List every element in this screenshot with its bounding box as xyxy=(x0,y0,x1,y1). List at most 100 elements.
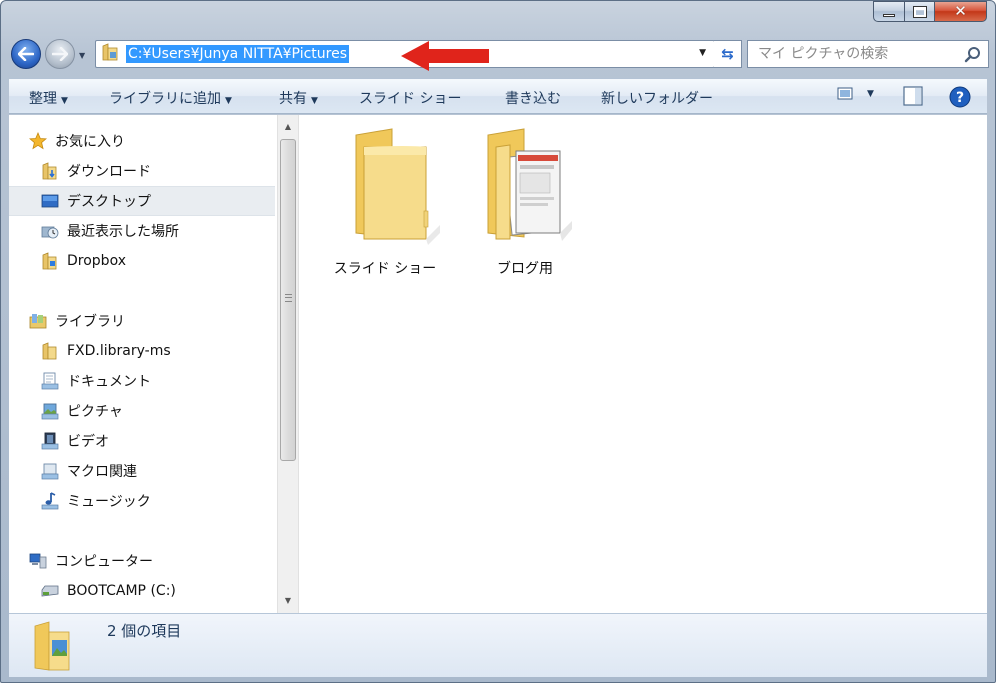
recent-pages-dropdown-icon[interactable]: ▼ xyxy=(79,51,85,60)
add-to-library-menu[interactable]: ライブラリに追加 ▼ xyxy=(109,88,232,108)
burn-label: 書き込む xyxy=(505,91,561,107)
annotation-arrow xyxy=(401,41,489,71)
close-button[interactable]: ✕ xyxy=(935,1,987,22)
nav-favorites[interactable]: お気に入り xyxy=(29,126,277,156)
scroll-down-icon[interactable]: ▼ xyxy=(278,591,298,611)
nav-computer-label: コンピューター xyxy=(55,554,153,570)
search-icon xyxy=(964,47,980,63)
documents-library-icon xyxy=(41,372,59,390)
nav-item-music[interactable]: ミュージック xyxy=(41,486,277,516)
nav-item-label: デスクトップ xyxy=(67,194,151,210)
refresh-icon: ⇆ xyxy=(721,45,734,63)
file-item-slideshow-folder[interactable]: スライド ショー xyxy=(320,125,450,277)
share-label: 共有 xyxy=(279,91,307,107)
share-menu[interactable]: 共有 ▼ xyxy=(279,88,318,108)
folder-preview-icon xyxy=(34,621,70,671)
search-box[interactable] xyxy=(747,40,989,68)
slideshow-label: スライド ショー xyxy=(359,91,462,107)
nav-computer[interactable]: コンピューター xyxy=(29,546,277,576)
explorer-window: ✕ ▼ C:¥Users¥Junya NITTA¥Pictures ▼ ⇆ マイ… xyxy=(0,0,996,683)
recent-places-icon xyxy=(41,222,59,240)
refresh-button[interactable]: ⇆ xyxy=(714,40,742,68)
address-dropdown-icon[interactable]: ▼ xyxy=(699,48,706,58)
chevron-down-icon: ▼ xyxy=(867,89,874,99)
nav-item-macros[interactable]: マクロ関連 xyxy=(41,456,277,486)
nav-favorites-label: お気に入り xyxy=(55,134,125,150)
back-button[interactable] xyxy=(11,39,41,69)
forward-arrow-icon xyxy=(52,47,68,61)
nav-item-label: ダウンロード xyxy=(67,164,151,180)
videos-library-icon xyxy=(41,432,59,450)
nav-item-dropbox[interactable]: Dropbox xyxy=(41,246,277,276)
nav-item-label: BOOTCAMP (C:) xyxy=(67,583,176,599)
item-count: 2 個の項目 xyxy=(107,622,182,640)
nav-item-label: ドキュメント xyxy=(67,374,151,390)
preview-pane-icon xyxy=(903,86,923,106)
folder-with-images-icon xyxy=(487,128,572,241)
nav-item-downloads[interactable]: ダウンロード xyxy=(41,156,277,186)
nav-pane-scrollbar[interactable]: ▲ ▼ xyxy=(277,115,299,613)
file-name: ブログ用 xyxy=(497,261,553,277)
chevron-down-icon: ▼ xyxy=(61,96,68,106)
music-library-icon xyxy=(41,492,59,510)
navigation-bar: ▼ C:¥Users¥Junya NITTA¥Pictures ▼ ⇆ xyxy=(9,35,989,73)
content-area: お気に入り ダウンロード デスクトップ 最近表示した場所 Dropbox ライブ… xyxy=(9,115,987,613)
nav-item-label: ピクチャ xyxy=(67,404,123,420)
nav-item-bootcamp-drive[interactable]: BOOTCAMP (C:) xyxy=(41,576,277,606)
slideshow-button[interactable]: スライド ショー xyxy=(359,88,461,108)
scroll-up-icon[interactable]: ▲ xyxy=(278,117,298,137)
address-path[interactable]: C:¥Users¥Junya NITTA¥Pictures xyxy=(126,45,349,63)
libraries-icon xyxy=(29,312,47,330)
desktop-icon xyxy=(41,192,59,210)
nav-item-desktop[interactable]: デスクトップ xyxy=(9,186,275,216)
chevron-down-icon: ▼ xyxy=(311,96,318,106)
help-icon: ? xyxy=(949,86,971,108)
navigation-pane: お気に入り ダウンロード デスクトップ 最近表示した場所 Dropbox ライブ… xyxy=(9,115,277,613)
maximize-button[interactable] xyxy=(905,1,935,22)
new-folder-button[interactable]: 新しいフォルダー xyxy=(601,88,713,108)
dropbox-folder-icon xyxy=(41,252,59,270)
command-toolbar: 整理 ▼ ライブラリに追加 ▼ 共有 ▼ スライド ショー 書き込む 新しいフォルダー… xyxy=(9,78,987,114)
pictures-library-icon xyxy=(41,402,59,420)
star-icon xyxy=(29,132,47,150)
computer-icon xyxy=(29,552,47,570)
view-options-button[interactable]: ▼ xyxy=(837,86,874,102)
nav-item-videos[interactable]: ビデオ xyxy=(41,426,277,456)
details-pane: 2 個の項目 xyxy=(9,613,987,677)
folder-icon xyxy=(41,342,59,360)
minimize-icon xyxy=(883,13,895,17)
file-list-pane: スライド ショー ブログ用 xyxy=(300,115,987,613)
folder-icon xyxy=(355,128,440,245)
nav-item-documents[interactable]: ドキュメント xyxy=(41,366,277,396)
forward-button[interactable] xyxy=(45,39,75,69)
nav-item-recent-places[interactable]: 最近表示した場所 xyxy=(41,216,277,246)
drive-icon xyxy=(41,582,59,600)
scroll-thumb[interactable] xyxy=(280,139,296,461)
nav-item-label: FXD.library-ms xyxy=(67,343,171,359)
nav-libraries[interactable]: ライブラリ xyxy=(29,306,277,336)
pictures-folder-icon xyxy=(102,43,118,65)
preview-pane-button[interactable] xyxy=(903,86,923,106)
nav-item-label: 最近表示した場所 xyxy=(67,224,179,240)
nav-item-label: Dropbox xyxy=(67,253,126,269)
nav-item-label: ミュージック xyxy=(67,494,151,510)
burn-button[interactable]: 書き込む xyxy=(505,88,561,108)
organize-label: 整理 xyxy=(29,91,57,107)
minimize-button[interactable] xyxy=(873,1,905,22)
search-input[interactable] xyxy=(758,42,958,66)
download-folder-icon xyxy=(41,162,59,180)
library-icon xyxy=(41,462,59,480)
file-item-blog-folder[interactable]: ブログ用 xyxy=(460,125,590,277)
file-name: スライド ショー xyxy=(333,261,437,277)
add-to-library-label: ライブラリに追加 xyxy=(109,91,221,107)
chevron-down-icon: ▼ xyxy=(225,96,232,106)
organize-menu[interactable]: 整理 ▼ xyxy=(29,88,68,108)
nav-item-pictures[interactable]: ピクチャ xyxy=(41,396,277,426)
view-icon xyxy=(837,87,853,100)
help-button[interactable]: ? xyxy=(949,86,971,108)
svg-text:?: ? xyxy=(956,90,964,106)
new-folder-label: 新しいフォルダー xyxy=(601,91,713,107)
nav-item-fxd-library[interactable]: FXD.library-ms xyxy=(41,336,277,366)
nav-item-label: ビデオ xyxy=(67,434,109,450)
maximize-icon xyxy=(912,5,927,18)
